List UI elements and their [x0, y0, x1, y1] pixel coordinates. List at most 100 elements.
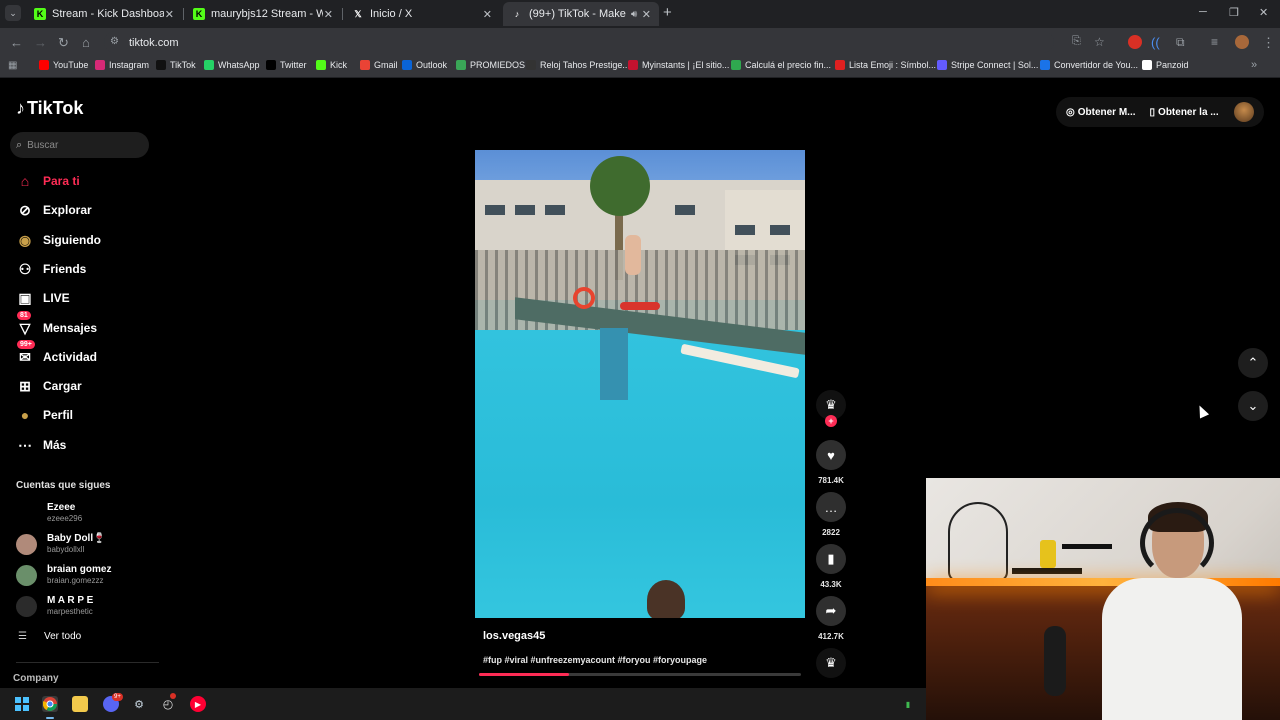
share-action[interactable]: ➦ 412.7K — [815, 596, 847, 641]
bookmark-label: TikTok — [170, 60, 196, 70]
chrome-icon[interactable] — [42, 696, 58, 712]
close-window-icon[interactable]: ✕ — [1259, 6, 1268, 19]
nav-item-para-ti[interactable]: ⌂ Para ti — [16, 172, 80, 190]
search-input[interactable] — [27, 139, 138, 151]
close-tab-icon[interactable]: ✕ — [642, 8, 651, 21]
tab-search-chevron-icon[interactable]: ⌄ — [5, 5, 21, 21]
reload-icon[interactable]: ↻ — [58, 35, 69, 51]
next-video-chevron-down-icon[interactable]: ⌄ — [1238, 391, 1268, 421]
bookmark-item[interactable]: PROMIEDOS — [456, 60, 525, 70]
music-disc-action[interactable]: ♛ — [815, 648, 847, 678]
extensions-puzzle-icon[interactable]: ⧉ — [1176, 35, 1185, 50]
bookmark-star-icon[interactable]: ☆ — [1094, 35, 1105, 49]
avatar — [16, 595, 37, 617]
bookmark-item[interactable]: Reloj Tahos Prestige... — [526, 60, 630, 70]
bookmark-item[interactable]: Instagram — [95, 60, 149, 70]
explorer-icon[interactable] — [72, 696, 88, 712]
comment-action[interactable]: … 2822 — [815, 492, 847, 537]
nav-item-explorar[interactable]: ⊘ Explorar — [16, 201, 92, 219]
new-tab-button[interactable]: + — [663, 5, 672, 21]
tray-gpu-icon[interactable]: ▮ — [900, 696, 916, 712]
bookmark-item[interactable]: Myinstants | ¡El sitio... — [628, 60, 729, 70]
home-icon[interactable]: ⌂ — [82, 35, 90, 50]
bookmark-item[interactable]: Outlook — [402, 60, 447, 70]
nav-item-más[interactable]: ⋯ Más — [16, 436, 66, 454]
profile-avatar-icon[interactable] — [1235, 35, 1249, 49]
video-author[interactable]: los.vegas45 — [483, 630, 545, 642]
bridge-pillar — [600, 328, 628, 400]
bookmark-item[interactable]: Twitter — [266, 60, 307, 70]
close-tab-icon[interactable]: ✕ — [324, 8, 333, 21]
minimize-icon[interactable]: ─ — [1199, 6, 1207, 18]
heart-icon[interactable]: ♥ — [816, 440, 846, 470]
forward-icon[interactable]: → — [34, 35, 47, 50]
video-player[interactable] — [475, 150, 805, 618]
restore-icon[interactable]: ❐ — [1229, 6, 1239, 19]
bookmark-item[interactable]: Convertidor de You... — [1040, 60, 1138, 70]
bookmark-item[interactable]: Panzoid — [1142, 60, 1189, 70]
share-icon[interactable]: ➦ — [816, 596, 846, 626]
following-account[interactable]: braian gomez braian.gomezzz — [16, 564, 111, 586]
bookmark-favicon-icon — [95, 60, 105, 70]
bookmark-item[interactable]: WhatsApp — [204, 60, 260, 70]
nav-item-friends[interactable]: ⚇ Friends — [16, 260, 87, 278]
search-box[interactable]: ⌕ — [10, 132, 149, 158]
audio-playing-icon[interactable]: 🔊︎ — [631, 9, 637, 20]
bookmark-item[interactable]: Kick — [316, 60, 347, 70]
chrome-menu-icon[interactable]: ⋮ — [1262, 35, 1275, 51]
omnibox[interactable] — [104, 31, 1054, 53]
tab-tiktok[interactable]: ♪ (99+) TikTok - Make Your Day 🔊︎ ✕ — [503, 2, 659, 26]
bookmark-item[interactable]: Lista Emoji : Símbol... — [835, 60, 936, 70]
extension-red-icon[interactable] — [1128, 35, 1142, 49]
extension-wave-icon[interactable]: (( — [1151, 35, 1160, 50]
site-info-icon[interactable]: ⚙ — [110, 36, 119, 47]
previous-video-chevron-up-icon[interactable]: ⌃ — [1238, 348, 1268, 378]
bookmark-item[interactable]: TikTok — [156, 60, 196, 70]
nav-item-live[interactable]: ▣ LIVE — [16, 289, 69, 307]
music-disc-icon[interactable]: ♛ — [816, 648, 846, 678]
steam-icon[interactable]: ⚙ — [131, 696, 147, 712]
home-icon: ⌂ — [20, 173, 30, 189]
company-link[interactable]: Company — [13, 673, 59, 684]
tab-kick-stream[interactable]: K maurybjs12 Stream - Watch Live ✕ — [185, 2, 341, 26]
save-count: 43.3K — [820, 580, 842, 589]
close-tab-icon[interactable]: ✕ — [483, 8, 492, 21]
nav-item-perfil[interactable]: ● Perfil — [16, 406, 73, 424]
nav-item-cargar[interactable]: ⊞ Cargar — [16, 377, 82, 395]
nav-item-mensajes[interactable]: ▽ 81 Mensajes — [16, 311, 97, 337]
more-bookmarks-icon[interactable]: » — [1251, 59, 1257, 71]
nav-item-actividad[interactable]: ✉ 99+ Actividad — [16, 340, 97, 366]
bookmark-item[interactable]: Calculá el precio fin... — [731, 60, 831, 70]
tiktok-logo[interactable]: ♪ TikTok — [16, 98, 83, 119]
following-account[interactable]: Ezeee ezeee296 — [16, 502, 82, 524]
media-icon[interactable]: ▶ — [190, 696, 206, 712]
back-icon[interactable]: ← — [10, 35, 23, 50]
bookmark-item[interactable]: Gmail — [360, 60, 398, 70]
comment-icon[interactable]: … — [816, 492, 846, 522]
nav-badge: 81 — [17, 311, 31, 320]
like-action[interactable]: ♥ 781.4K — [815, 440, 847, 485]
get-coins-button[interactable]: Obtener M... — [1078, 107, 1136, 118]
start-icon[interactable] — [14, 696, 30, 712]
save-action[interactable]: ▮ 43.3K — [815, 544, 847, 589]
follow-plus-button[interactable]: + — [825, 415, 837, 427]
close-tab-icon[interactable]: ✕ — [165, 8, 174, 21]
get-app-button[interactable]: Obtener la ... — [1158, 107, 1219, 118]
nav-item-siguiendo[interactable]: ◉ Siguiendo — [16, 231, 101, 249]
url-text[interactable]: tiktok.com — [129, 37, 179, 49]
install-app-icon[interactable]: ⎘ — [1072, 35, 1081, 48]
tab-x-home[interactable]: 𝕏 Inicio / X ✕ — [344, 2, 500, 26]
reading-list-icon[interactable]: ≡ — [1211, 35, 1218, 49]
apps-grid-icon[interactable]: ▦ — [8, 60, 17, 71]
logo-text: TikTok — [27, 98, 84, 118]
bookmark-item[interactable]: Stripe Connect | Sol... — [937, 60, 1038, 70]
tab-kick-dashboard[interactable]: K Stream - Kick Dashboard ✕ — [26, 2, 182, 26]
bookmark-item[interactable]: YouTube — [39, 60, 88, 70]
following-account[interactable]: Baby Doll🍷 babydollxll — [16, 533, 106, 555]
following-account[interactable]: M A R P Emarpesthetic — [16, 595, 93, 617]
video-progress-bar[interactable] — [479, 673, 801, 676]
user-avatar[interactable] — [1234, 102, 1254, 122]
see-all-following[interactable]: ☰ Ver todo — [18, 631, 81, 642]
video-caption[interactable]: #fup #viral #unfreezemyacount #foryou #f… — [483, 655, 707, 665]
bookmark-icon[interactable]: ▮ — [816, 544, 846, 574]
